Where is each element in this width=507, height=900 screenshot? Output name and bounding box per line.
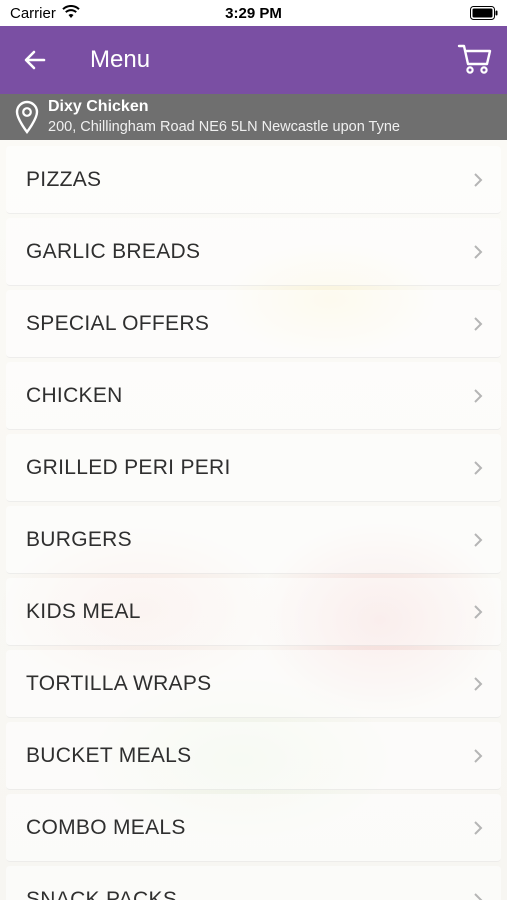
clock: 3:29 PM xyxy=(225,5,282,22)
menu-item-label: SNACK PACKS xyxy=(26,888,178,900)
back-arrow-icon[interactable] xyxy=(22,47,48,73)
chevron-right-icon xyxy=(473,676,483,692)
menu-item-label: PIZZAS xyxy=(26,168,102,191)
menu-item-combo-meals[interactable]: COMBO MEALS xyxy=(6,794,501,862)
chevron-right-icon xyxy=(473,820,483,836)
menu-item-pizzas[interactable]: PIZZAS xyxy=(6,146,501,214)
menu-list[interactable]: PIZZAS GARLIC BREADS SPECIAL OFFERS CHIC… xyxy=(0,140,507,900)
chevron-right-icon xyxy=(473,460,483,476)
chevron-right-icon xyxy=(473,892,483,900)
chevron-right-icon xyxy=(473,316,483,332)
battery-icon xyxy=(470,6,498,24)
menu-item-label: BUCKET MEALS xyxy=(26,744,192,767)
menu-item-label: GRILLED PERI PERI xyxy=(26,456,231,479)
page-title: Menu xyxy=(90,46,151,73)
menu-item-kids-meal[interactable]: KIDS MEAL xyxy=(6,578,501,646)
status-bar: Carrier 3:29 PM xyxy=(0,0,507,26)
chevron-right-icon xyxy=(473,244,483,260)
menu-item-tortilla-wraps[interactable]: TORTILLA WRAPS xyxy=(6,650,501,718)
menu-item-label: TORTILLA WRAPS xyxy=(26,672,212,695)
chevron-right-icon xyxy=(473,604,483,620)
menu-item-snack-packs[interactable]: SNACK PACKS xyxy=(6,866,501,900)
menu-item-burgers[interactable]: BURGERS xyxy=(6,506,501,574)
app-header: Menu xyxy=(0,26,507,94)
store-location-bar: Dixy Chicken 200, Chillingham Road NE6 5… xyxy=(0,94,507,140)
menu-item-label: COMBO MEALS xyxy=(26,816,186,839)
menu-item-label: GARLIC BREADS xyxy=(26,240,201,263)
menu-item-grilled-peri-peri[interactable]: GRILLED PERI PERI xyxy=(6,434,501,502)
menu-item-label: CHICKEN xyxy=(26,384,123,407)
menu-item-label: KIDS MEAL xyxy=(26,600,141,623)
menu-item-chicken[interactable]: CHICKEN xyxy=(6,362,501,430)
menu-item-special-offers[interactable]: SPECIAL OFFERS xyxy=(6,290,501,358)
store-name: Dixy Chicken xyxy=(48,98,149,115)
cart-icon[interactable] xyxy=(457,42,493,76)
chevron-right-icon xyxy=(473,532,483,548)
menu-item-garlic-breads[interactable]: GARLIC BREADS xyxy=(6,218,501,286)
menu-item-label: BURGERS xyxy=(26,528,132,551)
chevron-right-icon xyxy=(473,748,483,764)
store-address: 200, Chillingham Road NE6 5LN Newcastle … xyxy=(48,119,400,135)
menu-item-bucket-meals[interactable]: BUCKET MEALS xyxy=(6,722,501,790)
chevron-right-icon xyxy=(473,172,483,188)
location-pin-icon xyxy=(14,100,40,134)
chevron-right-icon xyxy=(473,388,483,404)
menu-item-label: SPECIAL OFFERS xyxy=(26,312,210,335)
